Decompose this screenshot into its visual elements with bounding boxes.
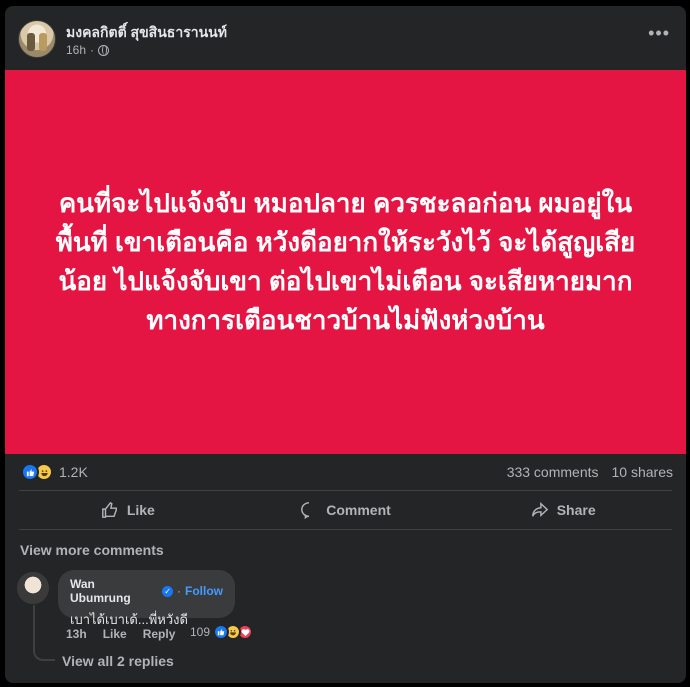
comment-button[interactable]: Comment bbox=[237, 492, 455, 528]
reaction-summary[interactable]: 1.2K bbox=[21, 463, 88, 481]
reply-thread-line bbox=[33, 605, 55, 661]
comment-icon bbox=[300, 501, 318, 520]
comment-like-button[interactable]: Like bbox=[103, 627, 127, 641]
comment-header: Wan Ubumrung ✓ · Follow bbox=[70, 577, 223, 605]
divider bbox=[19, 490, 672, 491]
post-time[interactable]: 16h bbox=[66, 43, 86, 57]
comment-bubble: Wan Ubumrung ✓ · Follow เบาได้เบาเด้...พ… bbox=[58, 570, 235, 627]
commenter-avatar[interactable] bbox=[17, 572, 49, 604]
globe-icon bbox=[98, 44, 110, 56]
action-bar: Like Comment Share bbox=[19, 492, 672, 528]
post-image-text: คนที่จะไปแจ้งจับ หมอปลาย ควรชะลอก่อน ผมอ… bbox=[55, 188, 636, 335]
like-button[interactable]: Like bbox=[19, 492, 237, 528]
comment-reaction-count: 109 bbox=[190, 625, 211, 639]
post-card: มงคลกิตติ์ สุขสินธารานนท์ 16h · ••• คนที… bbox=[5, 6, 686, 683]
like-reaction-icon bbox=[213, 624, 230, 640]
comment-actions: 13h Like Reply bbox=[66, 627, 175, 641]
comment-reply-button[interactable]: Reply bbox=[143, 627, 176, 641]
post-image[interactable]: คนที่จะไปแจ้งจับ หมอปลาย ควรชะลอก่อน ผมอ… bbox=[5, 70, 686, 454]
comment-time[interactable]: 13h bbox=[66, 627, 87, 641]
comment-label: Comment bbox=[326, 502, 391, 518]
like-label: Like bbox=[126, 502, 155, 518]
commenter-name[interactable]: Wan Ubumrung bbox=[70, 577, 158, 605]
share-icon bbox=[531, 501, 549, 519]
reaction-count: 1.2K bbox=[59, 464, 88, 480]
verified-badge-icon: ✓ bbox=[162, 585, 173, 597]
divider bbox=[19, 529, 672, 530]
share-button[interactable]: Share bbox=[454, 492, 672, 528]
shares-count[interactable]: 10 shares bbox=[612, 464, 673, 480]
post-stats: 1.2K 333 comments 10 shares bbox=[5, 454, 686, 490]
like-reaction-icon bbox=[21, 463, 39, 481]
post-meta: 16h · bbox=[66, 43, 110, 57]
follow-button[interactable]: Follow bbox=[185, 584, 223, 598]
comments-count[interactable]: 333 comments bbox=[507, 464, 599, 480]
more-options-button[interactable]: ••• bbox=[648, 24, 670, 42]
share-label: Share bbox=[556, 502, 596, 518]
thumbs-up-icon bbox=[101, 501, 119, 519]
author-name[interactable]: มงคลกิตติ์ สุขสินธารานนท์ bbox=[66, 22, 227, 44]
view-more-comments-link[interactable]: View more comments bbox=[20, 542, 164, 558]
post-header: มงคลกิตติ์ สุขสินธารานนท์ 16h · ••• bbox=[5, 6, 686, 70]
view-replies-link[interactable]: View all 2 replies bbox=[62, 653, 174, 669]
comment-reactions[interactable]: 109 bbox=[190, 624, 254, 640]
author-avatar[interactable] bbox=[18, 20, 56, 58]
engagement-counts: 333 comments 10 shares bbox=[507, 464, 673, 480]
